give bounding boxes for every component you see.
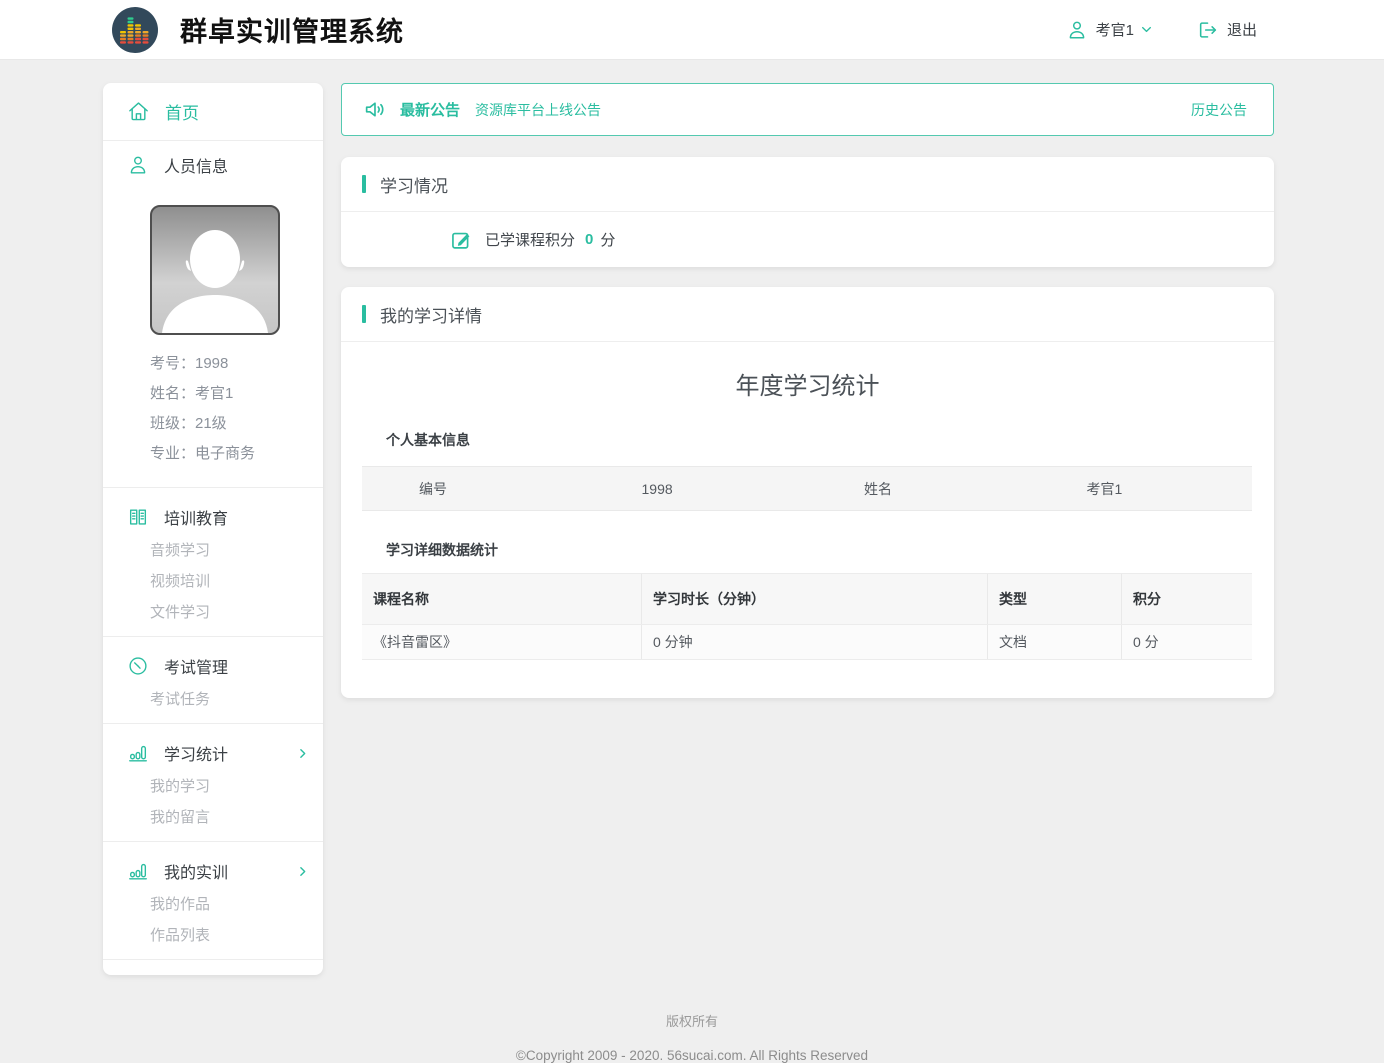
learning-stats-table: 课程名称 学习时长（分钟） 类型 积分 《抖音雷区》 0 分钟 文档 0 分 (362, 573, 1252, 660)
copyright-text: ©Copyright 2009 - 2020. 56sucai.com. All… (0, 1048, 1384, 1063)
edit-icon (450, 229, 472, 251)
header-right: 考官1 退出 (1066, 19, 1257, 41)
basic-info-cell: 考官1 (1030, 479, 1253, 499)
sidebar-item-audio-learning[interactable]: 音频学习 (103, 535, 323, 566)
announcement-bar: 最新公告 资源库平台上线公告 历史公告 (341, 83, 1274, 136)
app-logo-icon (112, 7, 158, 53)
user-icon (1066, 19, 1088, 41)
sidebar-section-learning-stats: 学习统计 我的学习 我的留言 (103, 724, 323, 841)
logout-icon (1197, 19, 1219, 41)
bar-chart-icon (127, 860, 149, 882)
chevron-right-icon (296, 865, 309, 878)
learning-detail-title: 我的学习详情 (380, 302, 482, 327)
basic-info-row: 编号 1998 姓名 考官1 (362, 466, 1252, 511)
main-content: 最新公告 资源库平台上线公告 历史公告 学习情况 已学课程积分 0 分 (341, 83, 1274, 698)
learning-status-header: 学习情况 (341, 157, 1274, 212)
app-title: 群卓实训管理系统 (180, 10, 404, 49)
cell-duration: 0 分钟 (642, 625, 988, 659)
column-header-type: 类型 (988, 574, 1122, 624)
sidebar-item-file-learning[interactable]: 文件学习 (103, 597, 323, 628)
sidebar-section-training: 培训教育 音频学习 视频培训 文件学习 (103, 488, 323, 636)
credit-label: 已学课程积分 (485, 229, 575, 250)
chevron-right-icon (296, 747, 309, 760)
home-icon (127, 100, 150, 123)
sidebar-item-works-list[interactable]: 作品列表 (103, 920, 323, 951)
menu-label: 学习统计 (164, 741, 228, 765)
speaker-icon (363, 97, 388, 122)
column-header-duration: 学习时长（分钟） (642, 574, 988, 624)
page-body: 首页 人员信息 (0, 60, 1384, 975)
cell-points: 0 分 (1122, 625, 1252, 659)
bar-chart-icon (127, 742, 149, 764)
sidebar-item-exam-task[interactable]: 考试任务 (103, 684, 323, 715)
menu-label: 考试管理 (164, 654, 228, 678)
sidebar-profile-section: 人员信息 考号：1998 姓名：考官1 班级：21级 专业：电子商务 (103, 141, 323, 487)
cell-type: 文档 (988, 625, 1122, 659)
stats-label: 学习详细数据统计 (386, 540, 1252, 560)
profile-label: 人员信息 (164, 153, 228, 177)
profile-fields: 考号：1998 姓名：考官1 班级：21级 专业：电子商务 (150, 349, 323, 469)
accent-bar (362, 175, 366, 193)
user-name: 考官1 (1096, 19, 1134, 40)
basic-info-cell: 1998 (585, 481, 808, 497)
person-icon (127, 154, 149, 176)
menu-label: 培训教育 (164, 505, 228, 529)
sidebar: 首页 人员信息 (103, 83, 323, 975)
copyright-label: 版权所有 (0, 1011, 1384, 1030)
user-menu[interactable]: 考官1 (1066, 19, 1153, 41)
basic-info-cell: 编号 (362, 479, 585, 499)
sidebar-item-home[interactable]: 首页 (103, 83, 323, 140)
sidebar-section-my-training: 我的实训 我的作品 作品列表 (103, 842, 323, 959)
learning-detail-header: 我的学习详情 (341, 287, 1274, 342)
learning-status-body: 已学课程积分 0 分 (341, 212, 1274, 267)
clock-icon (127, 655, 149, 677)
column-header-points: 积分 (1122, 574, 1252, 624)
learning-detail-card: 我的学习详情 年度学习统计 个人基本信息 编号 1998 姓名 考官1 学习详细… (341, 287, 1274, 698)
sidebar-item-training[interactable]: 培训教育 (103, 499, 323, 535)
book-icon (127, 506, 149, 528)
table-header-row: 课程名称 学习时长（分钟） 类型 积分 (362, 574, 1252, 624)
announcement-link[interactable]: 资源库平台上线公告 (475, 100, 601, 120)
learning-status-title: 学习情况 (380, 172, 448, 197)
sidebar-section-exam: 考试管理 考试任务 (103, 637, 323, 723)
sidebar-bottom-spacer (103, 960, 323, 975)
sidebar-item-learning-stats[interactable]: 学习统计 (103, 735, 323, 771)
sidebar-item-my-training[interactable]: 我的实训 (103, 853, 323, 889)
latest-announcement-label: 最新公告 (400, 99, 460, 120)
top-header: 群卓实训管理系统 考官1 (0, 0, 1384, 60)
credit-unit: 分 (600, 229, 615, 250)
sidebar-item-exam-management[interactable]: 考试管理 (103, 648, 323, 684)
sidebar-item-my-learning[interactable]: 我的学习 (103, 771, 323, 802)
logout-label: 退出 (1227, 19, 1257, 40)
sidebar-item-my-works[interactable]: 我的作品 (103, 889, 323, 920)
profile-field-name: 姓名：考官1 (150, 379, 323, 409)
profile-field-class: 班级：21级 (150, 409, 323, 439)
column-header-course: 课程名称 (362, 574, 642, 624)
sidebar-item-video-training[interactable]: 视频培训 (103, 566, 323, 597)
credit-value: 0 (585, 231, 593, 248)
menu-label: 我的实训 (164, 859, 228, 883)
sidebar-item-my-messages[interactable]: 我的留言 (103, 802, 323, 833)
history-announcements-link[interactable]: 历史公告 (1191, 100, 1247, 120)
accent-bar (362, 305, 366, 323)
logout-button[interactable]: 退出 (1197, 19, 1257, 41)
profile-field-major: 专业：电子商务 (150, 439, 323, 469)
annual-report-title: 年度学习统计 (341, 366, 1274, 401)
cell-course-name: 《抖音雷区》 (362, 625, 642, 659)
basic-info-label: 个人基本信息 (386, 430, 1252, 450)
profile-field-id: 考号：1998 (150, 349, 323, 379)
sidebar-home-label: 首页 (165, 99, 199, 124)
basic-info-cell: 姓名 (807, 479, 1030, 499)
learning-status-card: 学习情况 已学课程积分 0 分 (341, 157, 1274, 267)
detail-inner: 个人基本信息 编号 1998 姓名 考官1 学习详细数据统计 课程名称 学习时长… (341, 430, 1274, 660)
table-row: 《抖音雷区》 0 分钟 文档 0 分 (362, 624, 1252, 659)
chevron-down-icon (1140, 23, 1153, 36)
page-footer: 版权所有 ©Copyright 2009 - 2020. 56sucai.com… (0, 1011, 1384, 1063)
avatar (150, 205, 280, 335)
sidebar-item-profile[interactable]: 人员信息 (103, 141, 323, 189)
